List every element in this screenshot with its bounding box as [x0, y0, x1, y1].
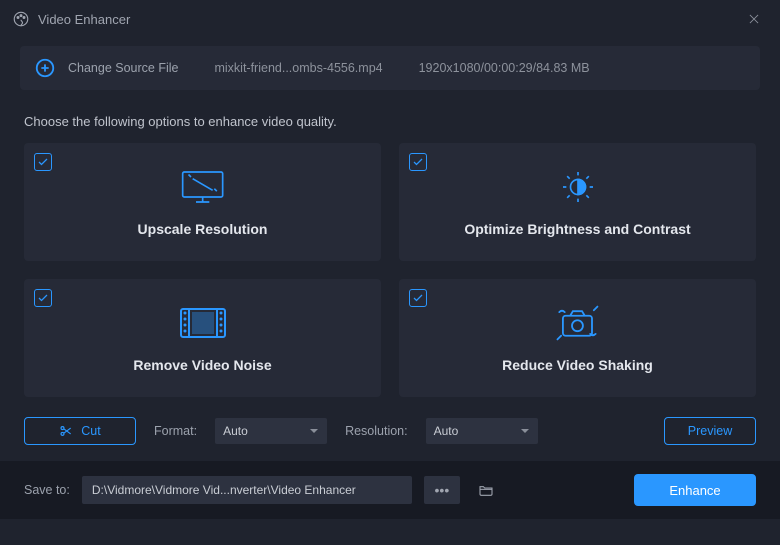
card-remove-noise[interactable]: Remove Video Noise: [24, 279, 381, 397]
chevron-down-icon: [520, 426, 530, 436]
checkbox-upscale[interactable]: [34, 153, 52, 171]
format-label: Format:: [154, 424, 197, 438]
format-select[interactable]: Auto: [215, 418, 327, 444]
brightness-icon: [558, 167, 598, 207]
enhance-button[interactable]: Enhance: [634, 474, 756, 506]
cut-label: Cut: [81, 424, 100, 438]
folder-open-icon: [478, 482, 494, 498]
source-row: Change Source File mixkit-friend...ombs-…: [20, 46, 760, 90]
open-folder-button[interactable]: [472, 476, 500, 504]
card-label: Optimize Brightness and Contrast: [464, 221, 690, 237]
app-title: Video Enhancer: [38, 12, 130, 27]
card-label: Upscale Resolution: [138, 221, 268, 237]
checkbox-shaking[interactable]: [409, 289, 427, 307]
cut-button[interactable]: Cut: [24, 417, 136, 445]
hint-text: Choose the following options to enhance …: [0, 90, 780, 143]
film-noise-icon: [175, 303, 231, 343]
save-path-input[interactable]: [82, 476, 412, 504]
checkbox-noise[interactable]: [34, 289, 52, 307]
card-label: Remove Video Noise: [133, 357, 271, 373]
chevron-down-icon: [309, 426, 319, 436]
card-optimize-brightness[interactable]: Optimize Brightness and Contrast: [399, 143, 756, 261]
camera-shake-icon: [552, 303, 603, 343]
more-button[interactable]: •••: [424, 476, 460, 504]
change-source-button[interactable]: Change Source File: [68, 61, 178, 75]
add-icon[interactable]: [34, 57, 56, 79]
preview-button[interactable]: Preview: [664, 417, 756, 445]
save-to-label: Save to:: [24, 483, 70, 497]
scissors-icon: [59, 424, 73, 438]
card-label: Reduce Video Shaking: [502, 357, 653, 373]
palette-icon: [12, 10, 30, 28]
resolution-value: Auto: [434, 424, 459, 438]
footer: Save to: ••• Enhance: [0, 461, 780, 519]
format-value: Auto: [223, 424, 248, 438]
card-upscale-resolution[interactable]: Upscale Resolution: [24, 143, 381, 261]
source-meta: 1920x1080/00:00:29/84.83 MB: [419, 61, 590, 75]
resolution-label: Resolution:: [345, 424, 408, 438]
checkbox-brightness[interactable]: [409, 153, 427, 171]
resolution-select[interactable]: Auto: [426, 418, 538, 444]
close-button[interactable]: [740, 5, 768, 33]
options-grid: Upscale Resolution Optimize Brightness a…: [0, 143, 780, 397]
titlebar: Video Enhancer: [0, 0, 780, 38]
controls-row: Cut Format: Auto Resolution: Auto Previe…: [0, 397, 780, 461]
monitor-upscale-icon: [176, 167, 229, 207]
card-reduce-shaking[interactable]: Reduce Video Shaking: [399, 279, 756, 397]
source-filename: mixkit-friend...ombs-4556.mp4: [214, 61, 382, 75]
